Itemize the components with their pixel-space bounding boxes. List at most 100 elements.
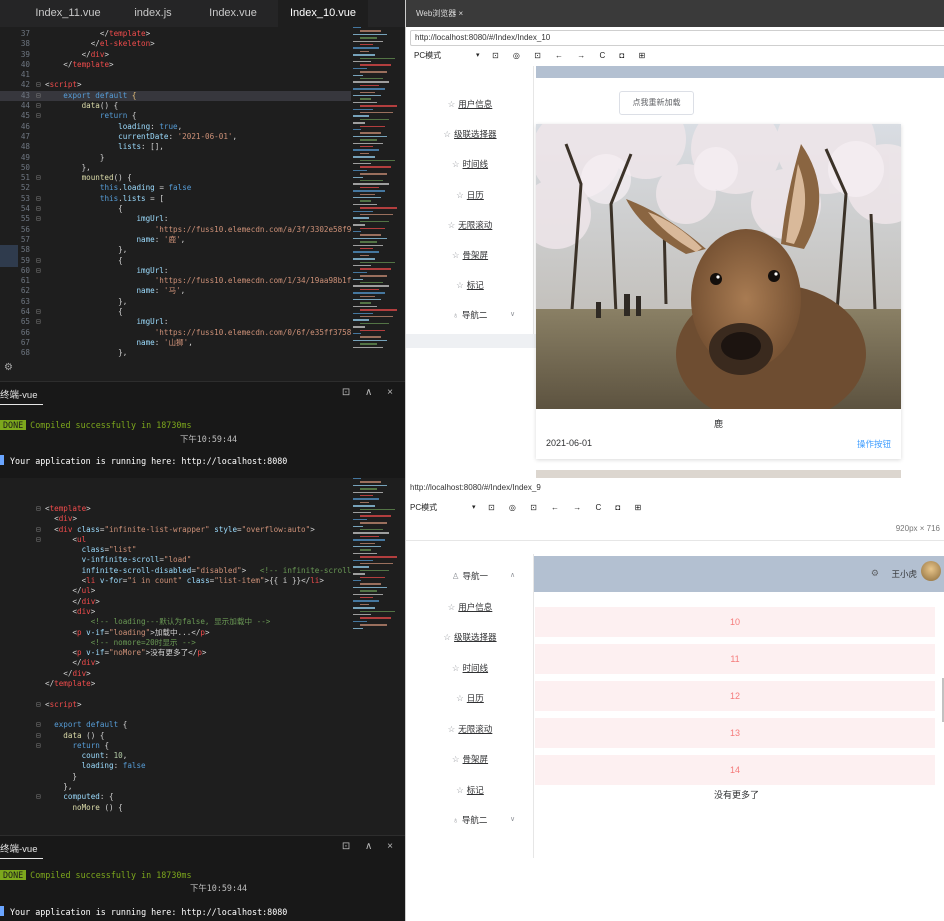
code-line[interactable]: <div> (0, 514, 351, 524)
code-line[interactable]: </template> (0, 679, 351, 689)
fold-icon[interactable]: ⊟ (36, 700, 45, 710)
code-line[interactable]: 38 </el-skeleton> (0, 39, 351, 49)
mode-select[interactable]: PC模式 (410, 500, 437, 516)
chevron-down-icon[interactable]: ∨ (510, 303, 515, 327)
sidebar-item[interactable]: ☆ 级联选择器 (406, 122, 534, 146)
sidebar-item-label[interactable]: 标记 (467, 280, 484, 290)
fold-icon[interactable]: ⊟ (36, 720, 45, 730)
code-line[interactable]: </div> (0, 597, 351, 607)
code-line[interactable]: 40 </template> (0, 60, 351, 70)
fold-icon[interactable]: ⊟ (36, 535, 45, 545)
sidebar-item-label[interactable]: 无限滚动 (458, 724, 492, 734)
fold-icon[interactable]: ⊟ (36, 504, 45, 514)
code-line[interactable]: ⊟ <div class="infinite-list-wrapper" sty… (0, 525, 351, 535)
code-line[interactable]: 66 'https://fuss10.elemecdn.com/0/6f/e35… (0, 328, 351, 338)
url-field[interactable]: http://localhost:8080/#/Index/Index_9 (406, 481, 944, 497)
code-line[interactable]: 41 (0, 70, 351, 80)
code-line[interactable]: </div> (0, 669, 351, 679)
fold-icon[interactable]: ⊟ (36, 731, 45, 741)
avatar[interactable] (921, 561, 941, 581)
code-line[interactable]: 49 } (0, 153, 351, 163)
chevron-down-icon[interactable]: ∨ (510, 808, 515, 832)
sidebar-item-label[interactable]: 导航二 (462, 815, 488, 825)
sidebar-item[interactable]: ☆ 日历 (406, 686, 534, 710)
code-line[interactable]: loading: false (0, 761, 351, 771)
code-line[interactable]: 50 }, (0, 163, 351, 173)
chevron-down-icon[interactable]: ▾ (476, 48, 480, 64)
gear-icon[interactable]: ⚙ (871, 568, 879, 579)
settings-icon[interactable]: ⚙ (4, 362, 13, 373)
code-line[interactable]: 51 ⊟ mounted() { (0, 173, 351, 183)
code-line[interactable]: 52 this.loading = false (0, 183, 351, 193)
code-line[interactable]: 62 name: '马', (0, 286, 351, 296)
sidebar-item-label[interactable]: 用户信息 (458, 99, 492, 109)
code-area[interactable]: ⊟ <template> <div> ⊟ <div class="infinite-… (0, 504, 351, 844)
tab-index-js[interactable]: index.js (118, 0, 188, 27)
card-action-button[interactable]: 操作按钮 (857, 438, 891, 450)
code-line[interactable]: infinite-scroll-disabled="disabled"> <!-… (0, 566, 351, 576)
fold-icon[interactable]: ⊟ (36, 111, 45, 121)
sidebar-item-label[interactable]: 日历 (467, 190, 484, 200)
terminal-title[interactable]: 终端-vue (0, 387, 44, 405)
code-line[interactable]: 65 ⊟ imgUrl: (0, 317, 351, 327)
sidebar-item-label[interactable]: 级联选择器 (454, 129, 497, 139)
code-line[interactable]: 61 'https://fuss10.elemecdn.com/1/34/19a… (0, 276, 351, 286)
sidebar-item[interactable]: ☆ 标记 (406, 778, 534, 802)
sidebar-item[interactable]: ☆ 日历 (406, 183, 534, 207)
reload-button[interactable]: 点我重新加载 (619, 91, 694, 115)
code-line[interactable]: <!-- loading---默认为false, 显示加载中 --> (0, 617, 351, 627)
code-line[interactable]: }, (0, 782, 351, 792)
sidebar-item-label[interactable]: 导航一 (463, 571, 489, 581)
tab-index-vue[interactable]: Index.vue (188, 0, 278, 27)
code-line[interactable]: 59 ⊟ { (0, 256, 351, 266)
sidebar-item-label[interactable]: 日历 (467, 693, 484, 703)
code-line[interactable]: ⊟ return { (0, 741, 351, 751)
code-line[interactable]: 67 name: '山狮', (0, 338, 351, 348)
tab-index-10-vue[interactable]: Index_10.vue (278, 0, 368, 27)
sidebar-item[interactable]: ☆ 标记 (406, 273, 534, 297)
code-line[interactable]: </ul> (0, 586, 351, 596)
sidebar-item-label[interactable]: 导航二 (462, 310, 488, 320)
mode-select[interactable]: PC模式 (414, 48, 441, 64)
sidebar-item-label[interactable]: 时间线 (463, 159, 489, 169)
minimap[interactable] (351, 478, 405, 838)
sidebar-item[interactable]: ☆ 骨架屏 (406, 243, 534, 267)
tab-index-11-vue[interactable]: Index_11.vue (18, 0, 118, 27)
code-line[interactable]: ⊟ <template> (0, 504, 351, 514)
fold-icon[interactable]: ⊟ (36, 525, 45, 535)
code-line[interactable]: 39 </div> (0, 50, 351, 60)
sidebar-item[interactable]: ☆ 骨架屏 (406, 747, 534, 771)
fold-icon[interactable]: ⊟ (36, 80, 45, 90)
toolbar-icons[interactable]: ⊡ ◎ ⊡ ← → C ◘ ⊞ (488, 500, 647, 516)
code-area[interactable]: 37 </template> 38 </el-skeleton> 39 </div>… (0, 29, 351, 379)
code-line[interactable]: v-infinite-scroll="load" (0, 555, 351, 565)
fold-icon[interactable]: ⊟ (36, 741, 45, 751)
code-line[interactable]: 60 ⊟ imgUrl: (0, 266, 351, 276)
code-line[interactable]: 56 'https://fuss10.elemecdn.com/a/3f/330… (0, 225, 351, 235)
code-line[interactable]: ⊟ computed: { (0, 792, 351, 802)
fold-icon[interactable]: ⊟ (36, 214, 45, 224)
user-name[interactable]: 王小虎 (891, 568, 917, 580)
fold-icon[interactable]: ⊟ (36, 792, 45, 802)
sidebar-item-label[interactable]: 骨架屏 (463, 250, 489, 260)
sidebar-item[interactable]: ☆ 级联选择器 (406, 625, 534, 649)
sidebar-item[interactable]: ♙ 导航一 ∧ (406, 564, 534, 588)
code-line[interactable]: <div> (0, 607, 351, 617)
fold-icon[interactable]: ⊟ (36, 194, 45, 204)
sidebar-item[interactable]: ♁ 导航二 ∨ (406, 303, 534, 327)
chevron-down-icon[interactable]: ▾ (472, 500, 476, 516)
sidebar-item-label[interactable]: 用户信息 (458, 602, 492, 612)
code-line[interactable]: 53 ⊟ this.lists = [ (0, 194, 351, 204)
code-line[interactable]: </div> (0, 658, 351, 668)
code-line[interactable] (0, 710, 351, 720)
sidebar-item[interactable]: ☆ 用户信息 (406, 595, 534, 619)
sidebar-item[interactable]: ☆ 时间线 (406, 656, 534, 680)
code-line[interactable]: 37 </template> (0, 29, 351, 39)
code-line[interactable]: noMore () { (0, 803, 351, 813)
fold-icon[interactable]: ⊟ (36, 266, 45, 276)
code-line[interactable]: ⊟ data () { (0, 731, 351, 741)
code-line[interactable]: 45 ⊟ return { (0, 111, 351, 121)
fold-icon[interactable]: ⊟ (36, 307, 45, 317)
code-line[interactable]: 54 ⊟ { (0, 204, 351, 214)
fold-icon[interactable]: ⊟ (36, 101, 45, 111)
